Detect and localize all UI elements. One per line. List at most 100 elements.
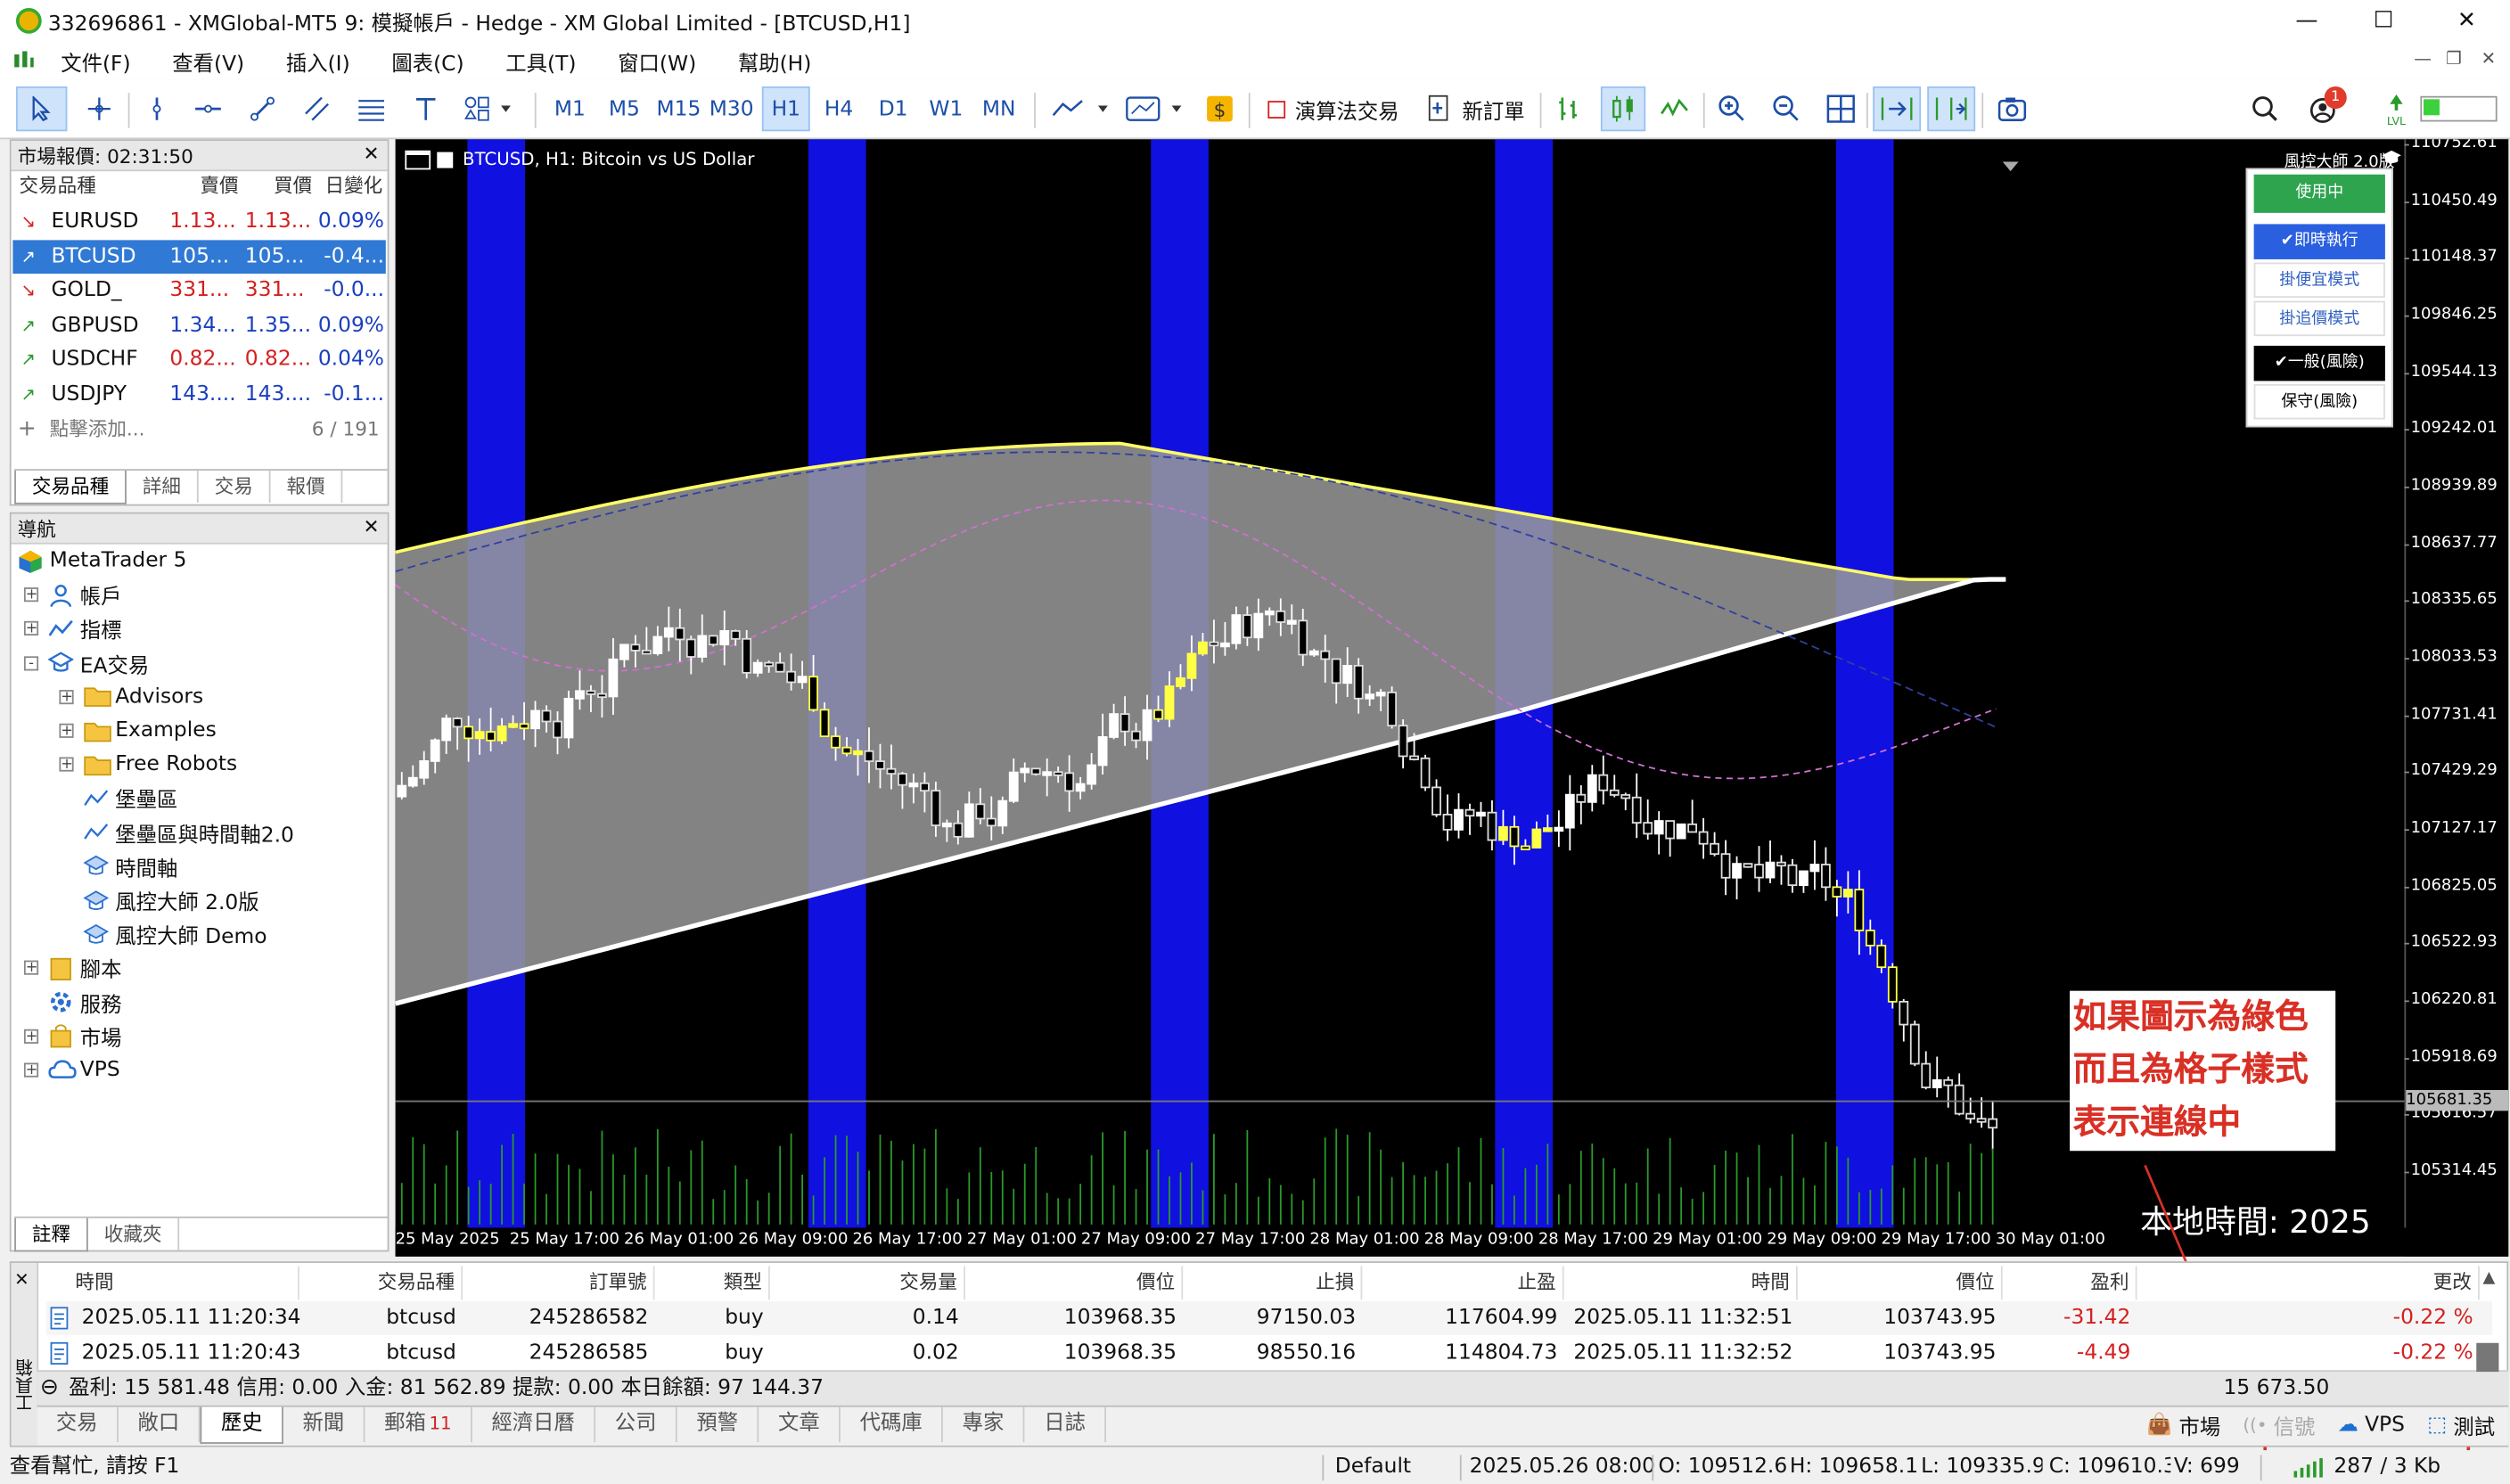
expand-toggle-icon[interactable]: + — [23, 1029, 39, 1044]
expand-toggle-icon[interactable] — [59, 859, 73, 873]
shapes-dropdown-icon[interactable] — [458, 86, 522, 131]
history-column-header[interactable]: 更改 — [2144, 1266, 2480, 1300]
screenshot-icon[interactable] — [1991, 86, 2033, 131]
history-column-header[interactable]: 盈利 — [1996, 1266, 2137, 1300]
expand-toggle-icon[interactable]: + — [23, 621, 39, 637]
grid-icon[interactable] — [1822, 86, 1860, 131]
market-watch-row[interactable]: ↗ USDJPY 143.... 143.... -0.1... — [12, 378, 385, 412]
algo-trading-button[interactable]: 演算法交易 — [1259, 86, 1409, 131]
history-column-header[interactable]: 止損 — [1205, 1266, 1363, 1300]
tab-common[interactable]: 註釋 — [14, 1218, 88, 1252]
expand-toggle-icon[interactable] — [24, 995, 38, 1009]
toolbox-tab[interactable]: 文章 — [759, 1406, 841, 1443]
ea-conservative-risk-button[interactable]: 保守(風險) — [2253, 384, 2385, 420]
close-window-button[interactable]: ✕ — [2430, 0, 2504, 42]
menu-window[interactable]: 窗口(W) — [618, 45, 696, 76]
expand-toggle-icon[interactable] — [59, 927, 73, 941]
zoom-out-icon[interactable] — [1768, 86, 1806, 131]
line-chart-icon[interactable] — [1655, 86, 1694, 131]
signals-tab-link[interactable]: 信號 — [2274, 1410, 2316, 1440]
navigator-item[interactable]: + Free Robots — [59, 748, 237, 782]
new-order-button[interactable]: 新訂單 — [1422, 86, 1530, 131]
history-column-header[interactable]: 訂單號 — [466, 1266, 655, 1300]
horizontal-line-icon[interactable] — [189, 86, 227, 131]
col-bid[interactable]: 賣價 — [191, 169, 238, 203]
fibonacci-icon[interactable] — [352, 86, 390, 131]
add-symbol-row[interactable]: + 點擊添加... 6 / 191 — [12, 413, 388, 447]
history-column-header[interactable]: 止盈 — [1375, 1266, 1564, 1300]
timeframe-h4-button[interactable]: H4 — [816, 86, 861, 131]
timeframe-m30-button[interactable]: M30 — [706, 86, 757, 131]
live-update-icon[interactable]: LVL — [2375, 86, 2417, 131]
market-watch-close-icon[interactable]: ✕ — [364, 143, 380, 165]
history-column-header[interactable]: 時間 — [75, 1266, 299, 1300]
search-icon[interactable] — [2244, 86, 2286, 131]
history-column-header[interactable]: 交易品種 — [274, 1266, 463, 1300]
history-column-header[interactable]: 類型 — [661, 1266, 770, 1300]
history-column-header[interactable]: 價位 — [1800, 1266, 2003, 1300]
vps-tab-link[interactable]: VPS — [2365, 1414, 2405, 1438]
chart-shift-marker-icon[interactable] — [2002, 153, 2019, 172]
maximize-button[interactable]: ☐ — [2347, 0, 2421, 42]
expand-toggle-icon[interactable]: + — [59, 757, 74, 773]
toolbox-tab[interactable]: 專家 — [943, 1406, 1025, 1443]
menu-file[interactable]: 文件(F) — [61, 45, 130, 76]
navigator-item[interactable]: 服務 — [24, 986, 122, 1020]
chart-shift-icon[interactable] — [1927, 86, 1976, 132]
mdi-minimize-button[interactable]: — — [2414, 48, 2432, 69]
menu-tools[interactable]: 工具(T) — [505, 45, 576, 76]
ea-chase-mode-button[interactable]: 掛追價模式 — [2253, 300, 2385, 337]
toolbox-tab[interactable]: 敞口 — [119, 1406, 201, 1443]
timeframe-m15-button[interactable]: M15 — [653, 86, 704, 131]
navigator-item[interactable]: + 指標 — [23, 612, 122, 646]
text-tool-icon[interactable] — [406, 86, 445, 131]
expand-toggle-icon[interactable]: + — [23, 961, 39, 976]
cursor-tool-button[interactable] — [15, 86, 68, 132]
collapse-icon[interactable]: ⊖ — [40, 1372, 59, 1406]
timeframe-h1-button[interactable]: H1 — [761, 86, 810, 132]
ea-instant-exec-button[interactable]: ✔即時執行 — [2253, 224, 2385, 259]
connection-signal-icon[interactable] — [2293, 1450, 2328, 1484]
toolbox-tab[interactable]: 預警 — [677, 1406, 759, 1443]
history-column-header[interactable]: 時間 — [1573, 1266, 1798, 1300]
tab-ticks[interactable]: 報價 — [271, 470, 343, 503]
navigator-item[interactable]: + Advisors — [59, 680, 203, 714]
toolbox-tab[interactable]: 日誌 — [1025, 1406, 1107, 1443]
navigator-item[interactable]: + 帳戶 — [23, 578, 122, 612]
toolbox-tab[interactable]: 公司 — [595, 1406, 677, 1443]
mdi-restore-button[interactable]: ❐ — [2446, 48, 2462, 69]
market-dollar-icon[interactable]: $ — [1201, 86, 1239, 131]
col-symbol[interactable]: 交易品種 — [20, 169, 96, 203]
market-tab-link[interactable]: 市場 — [2179, 1410, 2221, 1440]
tab-favorites[interactable]: 收藏夾 — [88, 1218, 180, 1250]
toolbox-tab[interactable]: 郵箱 11 — [365, 1406, 472, 1443]
timeframe-d1-button[interactable]: D1 — [871, 86, 915, 131]
col-change[interactable]: 日變化 — [316, 169, 383, 203]
ea-normal-risk-button[interactable]: ✔一般(風險) — [2253, 345, 2385, 381]
toolbox-tab[interactable]: 代碼庫 — [841, 1406, 944, 1443]
col-ask[interactable]: 買價 — [251, 169, 312, 203]
navigator-item[interactable]: MetaTrader 5 — [18, 545, 186, 578]
menu-insert[interactable]: 插入(I) — [286, 45, 350, 76]
crosshair-icon[interactable] — [77, 86, 121, 131]
navigator-item[interactable]: - EA交易 — [23, 646, 149, 680]
trendline-icon[interactable] — [243, 86, 282, 131]
expand-toggle-icon[interactable] — [59, 825, 73, 840]
ea-limit-mode-button[interactable]: 掛便宜模式 — [2253, 262, 2385, 299]
timeframe-w1-button[interactable]: W1 — [923, 86, 968, 131]
market-watch-row[interactable]: ↘ GOLD_ 331... 331... -0.0... — [12, 274, 385, 307]
expand-toggle-icon[interactable]: + — [23, 1062, 39, 1078]
zoom-in-icon[interactable] — [1713, 86, 1751, 131]
menu-view[interactable]: 查看(V) — [172, 45, 244, 76]
expand-toggle-icon[interactable]: + — [59, 689, 74, 705]
status-profile[interactable]: Default — [1335, 1450, 1411, 1484]
mdi-close-button[interactable]: ✕ — [2481, 48, 2497, 69]
tab-symbols[interactable]: 交易品種 — [14, 470, 127, 504]
navigator-close-icon[interactable]: ✕ — [364, 515, 380, 537]
indicators-dropdown-icon[interactable] — [1047, 86, 1114, 131]
navigator-item[interactable]: + 市場 — [23, 1020, 122, 1054]
timeframe-mn-button[interactable]: MN — [976, 86, 1021, 131]
price-chart[interactable]: BTCUSD, H1: Bitcoin vs US Dollar 風控大師 2.… — [395, 139, 2509, 1257]
navigator-item[interactable]: 堡壘區 — [59, 782, 177, 816]
expand-toggle-icon[interactable] — [59, 791, 73, 806]
